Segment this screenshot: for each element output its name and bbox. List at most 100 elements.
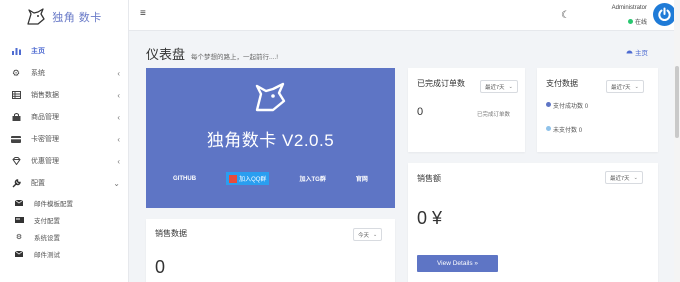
- sidebar-item-label: 系统: [31, 70, 45, 77]
- table-icon: [10, 89, 22, 101]
- legend-unpaid-text: 未支付数 0: [553, 125, 582, 134]
- sidebar-item-sales-data[interactable]: 销售数据 ‹: [0, 84, 128, 106]
- shopping-bag-icon: [10, 111, 22, 123]
- sidebar-item-cards[interactable]: 卡密管理 ‹: [0, 128, 128, 150]
- brand-name: 独角 数卡: [52, 12, 102, 24]
- envelope-icon: [14, 250, 24, 258]
- chevron-down-icon: ⌄: [113, 178, 120, 188]
- page-scrollbar[interactable]: [674, 0, 680, 282]
- sidebar-item-label: 销售数据: [31, 92, 59, 99]
- orders-card: 已完成订单数 最近7天 ⌄ 0 已完成订单数: [408, 68, 525, 152]
- legend-unpaid-label: 未支付数: [553, 128, 578, 134]
- payment-card-title: 支付数据: [546, 79, 578, 88]
- breadcrumb-home[interactable]: 主页: [626, 47, 648, 57]
- legend-unpaid: 未支付数 0: [546, 125, 596, 134]
- sidebar-subitem-label: 邮件测试: [34, 251, 60, 259]
- bar-chart-icon: [10, 45, 22, 57]
- chevron-left-icon: ‹: [117, 134, 120, 144]
- cogs-icon: ⚙: [15, 233, 23, 241]
- avatar[interactable]: [653, 3, 676, 26]
- sidebar-item-coupons[interactable]: 优惠管理 ‹: [0, 150, 128, 172]
- qq-group-label: 加入QQ群: [239, 177, 267, 183]
- unicorn-logo-icon: [26, 7, 46, 27]
- power-icon: [658, 7, 671, 22]
- page-title-text: 仪表盘: [146, 47, 186, 62]
- gear-icon: ⚙: [11, 67, 21, 78]
- chevron-left-icon: ‹: [117, 112, 120, 122]
- legend-paid-text: 支付成功数 0: [553, 101, 588, 110]
- user-status: 在线: [627, 17, 647, 26]
- legend-paid-value: 0: [584, 104, 589, 110]
- sales-data-range-select[interactable]: 今天 ⌄: [353, 228, 383, 241]
- legend-paid: 支付成功数 0: [546, 101, 596, 110]
- sidebar-item-label: 优惠管理: [31, 158, 59, 165]
- telegram-group-link[interactable]: 加入TG群: [300, 174, 326, 183]
- orders-count: 0: [417, 106, 424, 118]
- chevron-left-icon: ‹: [117, 90, 120, 100]
- sidebar-subitem-label: 支付配置: [34, 217, 60, 225]
- sales-card-title: 销售额: [417, 174, 441, 183]
- diamond-icon: [10, 155, 22, 167]
- sidebar-item-home[interactable]: 主页: [0, 40, 128, 62]
- orders-card-title: 已完成订单数: [417, 79, 465, 88]
- payment-range-value: 最近7天: [611, 84, 631, 91]
- menu-toggle-icon[interactable]: ≡: [140, 8, 146, 19]
- user-info[interactable]: Administrator 在线: [597, 5, 647, 29]
- hero-links: GITHUB 加入QQ群 加入TG群 官网: [146, 172, 395, 185]
- orders-range-value: 最近7天: [485, 84, 505, 91]
- qq-icon: [229, 174, 238, 183]
- sidebar-item-label: 卡密管理: [31, 136, 59, 143]
- sales-data-card: 销售数据 今天 ⌄ 0: [146, 219, 395, 282]
- github-link[interactable]: GITHUB: [173, 176, 196, 182]
- payment-range-select[interactable]: 最近7天 ⌄: [606, 80, 644, 93]
- online-dot-icon: [627, 19, 633, 24]
- sidebar-subitem-mail-test[interactable]: 邮件测试: [0, 245, 128, 262]
- legend-unpaid-value: 0: [578, 128, 583, 134]
- sidebar: 独角 数卡 主页 ⚙ 系统 ‹ 销售数据 ‹ 商品管理 ‹ 卡密管理 ‹ 优惠管…: [0, 0, 129, 282]
- top-header: ≡ ☾ Administrator 在线: [129, 0, 680, 31]
- chevron-left-icon: ‹: [117, 156, 120, 166]
- sidebar-subitem-mail-template[interactable]: 邮件模板配置: [0, 194, 128, 211]
- sidebar-item-system[interactable]: ⚙ 系统 ‹: [0, 62, 128, 84]
- sidebar-item-config[interactable]: 配置 ⌄: [0, 172, 128, 194]
- legend-paid-label: 支付成功数: [553, 104, 584, 110]
- brand[interactable]: 独角 数卡: [0, 0, 128, 34]
- scrollbar-thumb[interactable]: [675, 66, 679, 138]
- sales-amount-card: 销售额 最近7天 ⌄ 0 ¥ View Details »: [408, 163, 658, 282]
- sidebar-item-label: 主页: [31, 48, 45, 55]
- wrench-icon: [10, 177, 22, 189]
- qq-group-button[interactable]: 加入QQ群: [226, 172, 270, 185]
- sales-range-select[interactable]: 最近7天 ⌄: [605, 171, 643, 184]
- official-site-link[interactable]: 官网: [356, 174, 368, 183]
- sales-amount: 0 ¥: [417, 208, 443, 228]
- dashboard-icon: [626, 48, 633, 56]
- sidebar-subitem-system-settings[interactable]: ⚙ 系统设置: [0, 228, 128, 245]
- page-title: 仪表盘 每个梦想的路上，一起前行....!: [146, 44, 278, 63]
- sidebar-subitem-label: 邮件模板配置: [34, 200, 73, 208]
- orders-note: 已完成订单数: [477, 112, 511, 118]
- card-icon: [14, 216, 24, 224]
- unicorn-logo-icon: [252, 82, 288, 114]
- chevron-left-icon: ‹: [117, 68, 120, 78]
- chevron-down-icon: ⌄: [633, 174, 638, 181]
- theme-toggle-icon[interactable]: ☾: [561, 10, 570, 21]
- breadcrumb-home-label: 主页: [635, 50, 648, 57]
- sidebar-subitem-payment-config[interactable]: 支付配置: [0, 211, 128, 228]
- chevron-down-icon: ⌄: [373, 231, 378, 238]
- sales-range-value: 最近7天: [610, 175, 630, 182]
- user-status-label: 在线: [634, 20, 647, 26]
- sidebar-item-label: 商品管理: [31, 114, 59, 121]
- sidebar-item-label: 配置: [31, 180, 45, 187]
- sales-data-value: 0: [155, 257, 166, 277]
- hero-title: 独角数卡 V2.0.5: [206, 131, 335, 150]
- chevron-down-icon: ⌄: [508, 83, 513, 90]
- sidebar-nav: 主页 ⚙ 系统 ‹ 销售数据 ‹ 商品管理 ‹ 卡密管理 ‹ 优惠管理 ‹ 配置…: [0, 40, 128, 262]
- payment-card: 支付数据 最近7天 ⌄ 支付成功数 0 未支付数 0: [537, 68, 658, 152]
- hero-card: 独角数卡 V2.0.5 GITHUB 加入QQ群 加入TG群 官网: [146, 68, 395, 208]
- sidebar-subitem-label: 系统设置: [34, 234, 60, 242]
- legend-dot-unpaid: [546, 126, 551, 131]
- chevron-down-icon: ⌄: [634, 83, 639, 90]
- orders-range-select[interactable]: 最近7天 ⌄: [480, 80, 518, 93]
- view-details-button[interactable]: View Details »: [417, 255, 498, 272]
- sidebar-item-products[interactable]: 商品管理 ‹: [0, 106, 128, 128]
